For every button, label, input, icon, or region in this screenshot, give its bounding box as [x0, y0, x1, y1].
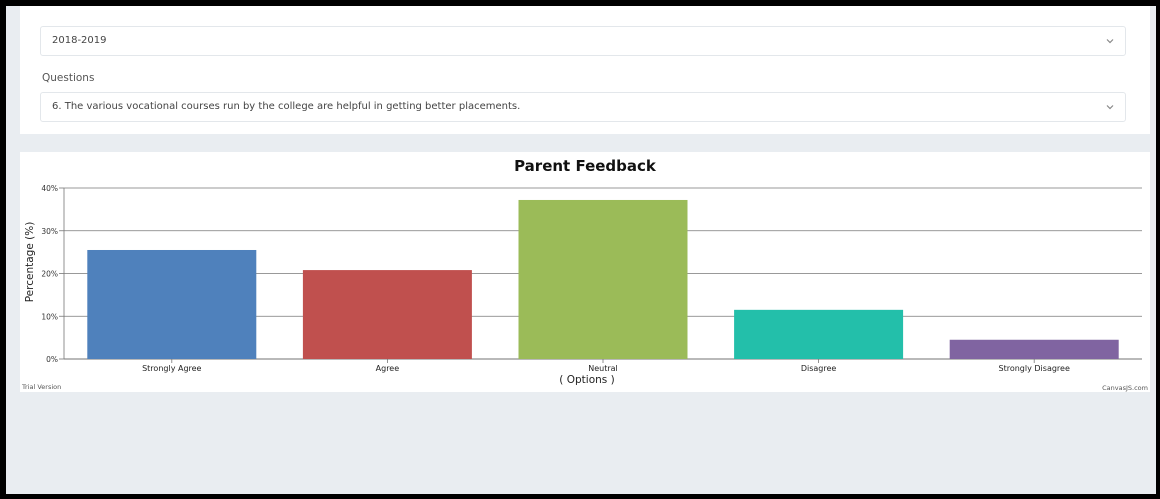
trial-version-text: Trial Version: [21, 383, 61, 391]
bar-agree[interactable]: [302, 270, 472, 359]
filter-panel: 2018-2019 Questions 6. The various vocat…: [20, 6, 1150, 134]
bars-layer: [87, 199, 1119, 359]
y-tick-label: 40%: [41, 184, 58, 193]
chevron-down-icon: [1106, 39, 1114, 44]
bar-strongly-agree[interactable]: [87, 249, 257, 359]
x-tick-label: Strongly Agree: [142, 364, 201, 373]
feedback-chart: 0% 10% 20% 30% 40% Strongly Agree Agree Neutral…: [21, 157, 1148, 392]
y-tick-label: 10%: [41, 312, 58, 321]
year-select-value: 2018-2019: [52, 35, 107, 46]
page-frame: 2018-2019 Questions 6. The various vocat…: [6, 6, 1156, 494]
y-tick-label: 0%: [46, 355, 58, 364]
y-axis-title: Percentage (%): [24, 222, 36, 303]
canvasjs-credit-link[interactable]: CanvasJS.com: [1102, 384, 1148, 392]
x-tick-label: Disagree: [801, 364, 837, 373]
chart-title: Parent Feedback: [514, 157, 657, 175]
x-axis-title: ( Options ): [559, 374, 614, 386]
chevron-down-icon: [1106, 105, 1114, 110]
bar-strongly-disagree[interactable]: [949, 339, 1119, 359]
x-tick-label: Strongly Disagree: [999, 364, 1070, 373]
bar-disagree[interactable]: [734, 309, 904, 359]
year-select[interactable]: 2018-2019: [40, 26, 1126, 56]
x-tick-label: Neutral: [588, 364, 618, 373]
question-select[interactable]: 6. The various vocational courses run by…: [40, 92, 1126, 122]
y-tick-label: 30%: [41, 227, 58, 236]
questions-label: Questions: [42, 72, 95, 84]
question-select-value: 6. The various vocational courses run by…: [52, 101, 521, 112]
bar-neutral[interactable]: [518, 199, 688, 359]
feedback-chart-container: 0% 10% 20% 30% 40% Strongly Agree Agree Neutral…: [20, 152, 1150, 392]
x-tick-label: Agree: [376, 364, 400, 373]
y-tick-label: 20%: [41, 270, 58, 279]
